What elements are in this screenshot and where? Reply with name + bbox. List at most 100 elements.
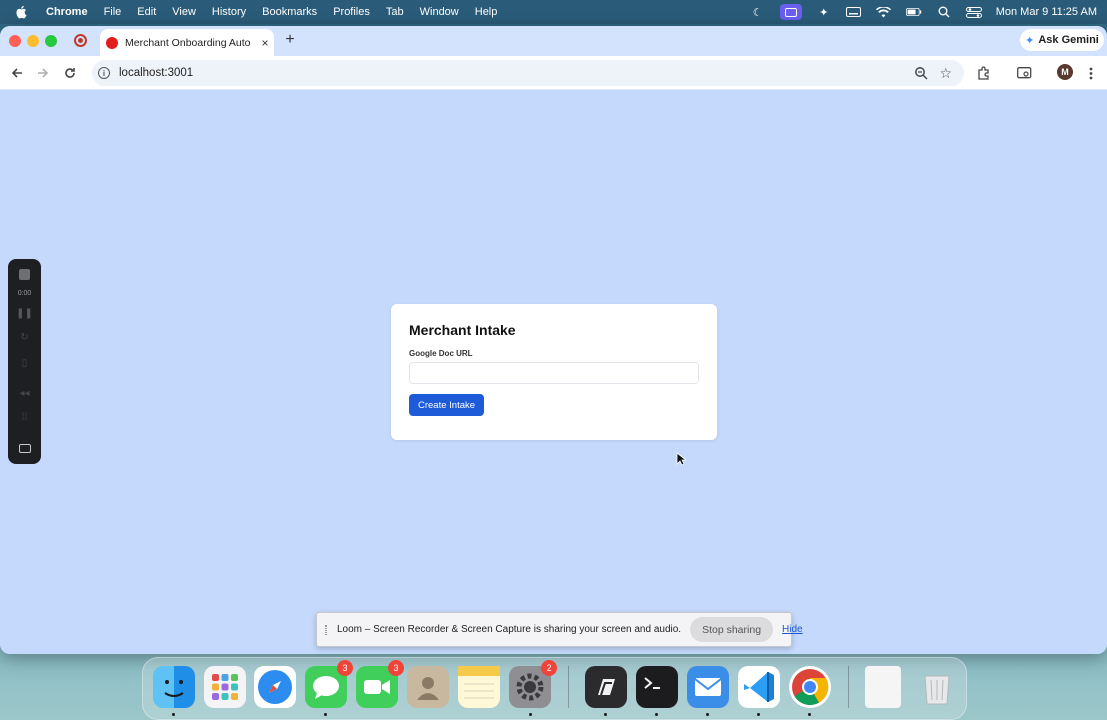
settings-badge: 2 [541, 660, 557, 676]
drag-handle-icon[interactable] [325, 624, 327, 635]
stop-sharing-button[interactable]: Stop sharing [690, 617, 774, 642]
terminal-icon[interactable] [636, 666, 678, 708]
menu-history[interactable]: History [204, 6, 254, 18]
new-tab-button[interactable]: + [282, 31, 298, 49]
ask-gemini-label: Ask Gemini [1038, 34, 1099, 46]
page-viewport: Merchant Intake Google Doc URL Create In… [0, 90, 1107, 654]
favicon-icon [106, 36, 118, 49]
running-indicator [655, 713, 658, 716]
google-doc-url-input[interactable] [409, 362, 699, 384]
gemini-sparkle-icon[interactable]: ✦ [816, 6, 832, 19]
running-indicator [757, 713, 760, 716]
bookmark-star-icon[interactable]: ☆ [939, 65, 952, 82]
control-center-icon[interactable] [965, 6, 982, 18]
menu-file[interactable]: File [96, 6, 130, 18]
facetime-icon[interactable]: 3 [356, 660, 404, 708]
menu-edit[interactable]: Edit [129, 6, 164, 18]
chrome-icon[interactable] [789, 666, 831, 708]
battery-icon[interactable] [905, 6, 922, 18]
window-minimize-button[interactable] [27, 35, 39, 47]
apple-logo-icon[interactable] [14, 5, 28, 19]
hide-link[interactable]: Hide [782, 624, 803, 635]
menu-profiles[interactable]: Profiles [325, 6, 378, 18]
mouse-cursor-icon [676, 452, 686, 466]
merchant-intake-card: Merchant Intake Google Doc URL Create In… [391, 304, 717, 440]
spotlight-search-icon[interactable] [936, 6, 952, 18]
system-settings-icon[interactable]: 2 [509, 660, 557, 708]
mail-icon[interactable] [687, 666, 729, 708]
macos-menu-bar: Chrome File Edit View History Bookmarks … [0, 0, 1107, 24]
google-doc-url-label: Google Doc URL [409, 349, 473, 358]
running-indicator [172, 713, 175, 716]
running-indicator [604, 713, 607, 716]
camera-icon [18, 443, 31, 453]
facetime-badge: 3 [388, 660, 404, 676]
menu-bar-clock[interactable]: Mon Mar 9 11:25 AM [996, 6, 1097, 18]
trash-bin-icon[interactable] [916, 666, 958, 708]
chrome-window: Merchant Onboarding Autom × + ✦ Ask Gemi… [0, 26, 1107, 654]
macos-dock: 3 3 2 [142, 657, 967, 720]
address-bar[interactable]: i localhost:3001 ☆ [92, 60, 964, 86]
menu-help[interactable]: Help [467, 6, 506, 18]
contacts-icon[interactable] [407, 666, 449, 708]
browser-toolbar: i localhost:3001 ☆ [0, 56, 1107, 90]
site-info-icon[interactable]: i [98, 67, 110, 79]
tab-close-icon[interactable]: × [259, 36, 271, 50]
keyboard-icon[interactable] [846, 6, 862, 18]
tab-strip: Merchant Onboarding Autom × + ✦ Ask Gemi… [0, 26, 1107, 56]
forward-arrow-icon[interactable] [34, 64, 52, 82]
editor-app-icon[interactable] [585, 666, 627, 708]
stop-square-icon [19, 268, 30, 280]
recording-timer: 0:00 [17, 289, 32, 297]
running-indicator [706, 713, 709, 716]
chrome-menu-icon[interactable] [1082, 64, 1100, 82]
address-url[interactable]: localhost:3001 [119, 67, 193, 79]
page-title: Merchant Intake [409, 322, 516, 338]
menu-app-name[interactable]: Chrome [38, 6, 96, 18]
stop-recording-button[interactable] [8, 267, 41, 281]
menu-window[interactable]: Window [412, 6, 467, 18]
tab-title: Merchant Onboarding Autom [125, 36, 251, 49]
create-intake-button[interactable]: Create Intake [409, 394, 485, 416]
back-arrow-icon[interactable] [8, 64, 26, 82]
recording-indicator-icon[interactable] [74, 34, 87, 47]
menu-view[interactable]: View [164, 6, 204, 18]
launchpad-icon[interactable] [204, 666, 246, 708]
zoom-icon[interactable] [914, 66, 928, 80]
dock-separator [848, 666, 849, 708]
grip-icon[interactable]: ⁞⁞ [8, 411, 41, 423]
notes-icon[interactable] [458, 666, 500, 708]
dock-separator [568, 666, 569, 708]
screen-sharing-bar: Loom – Screen Recorder & Screen Capture … [316, 612, 803, 647]
vscode-icon[interactable] [738, 666, 780, 708]
camera-toggle-button[interactable] [8, 441, 41, 455]
running-indicator [808, 713, 811, 716]
ask-gemini-button[interactable]: ✦ Ask Gemini [1020, 29, 1104, 51]
profile-avatar[interactable]: M [1057, 64, 1073, 80]
restart-icon[interactable]: ↻ [8, 331, 41, 343]
wifi-icon[interactable] [876, 6, 892, 18]
loom-status-icon[interactable] [779, 4, 802, 20]
reload-icon[interactable] [61, 64, 79, 82]
rewind-icon[interactable]: ◂◂ [8, 387, 41, 399]
trash-icon[interactable]: ▯ [8, 357, 41, 369]
loom-control-rail: 0:00 ❚❚ ↻ ▯ ◂◂ ⁞⁞ [8, 259, 41, 464]
window-zoom-button[interactable] [45, 35, 57, 47]
messages-icon[interactable]: 3 [305, 660, 353, 708]
messages-badge: 3 [337, 660, 353, 676]
document-stack-icon[interactable] [865, 666, 901, 708]
menu-bookmarks[interactable]: Bookmarks [254, 6, 325, 18]
extensions-puzzle-icon[interactable] [975, 64, 993, 82]
running-indicator [324, 713, 327, 716]
tab-merchant-onboarding[interactable]: Merchant Onboarding Autom × [100, 29, 274, 56]
safari-icon[interactable] [254, 666, 296, 708]
sharing-message: Loom – Screen Recorder & Screen Capture … [337, 624, 682, 635]
finder-icon[interactable] [153, 666, 195, 708]
window-close-button[interactable] [9, 35, 21, 47]
pause-icon[interactable]: ❚❚ [8, 307, 41, 319]
focus-moon-icon[interactable]: ☾ [750, 6, 766, 19]
gemini-sparkle-icon: ✦ [1025, 34, 1035, 47]
running-indicator [529, 713, 532, 716]
tab-search-icon[interactable] [1015, 64, 1033, 82]
menu-tab[interactable]: Tab [378, 6, 412, 18]
